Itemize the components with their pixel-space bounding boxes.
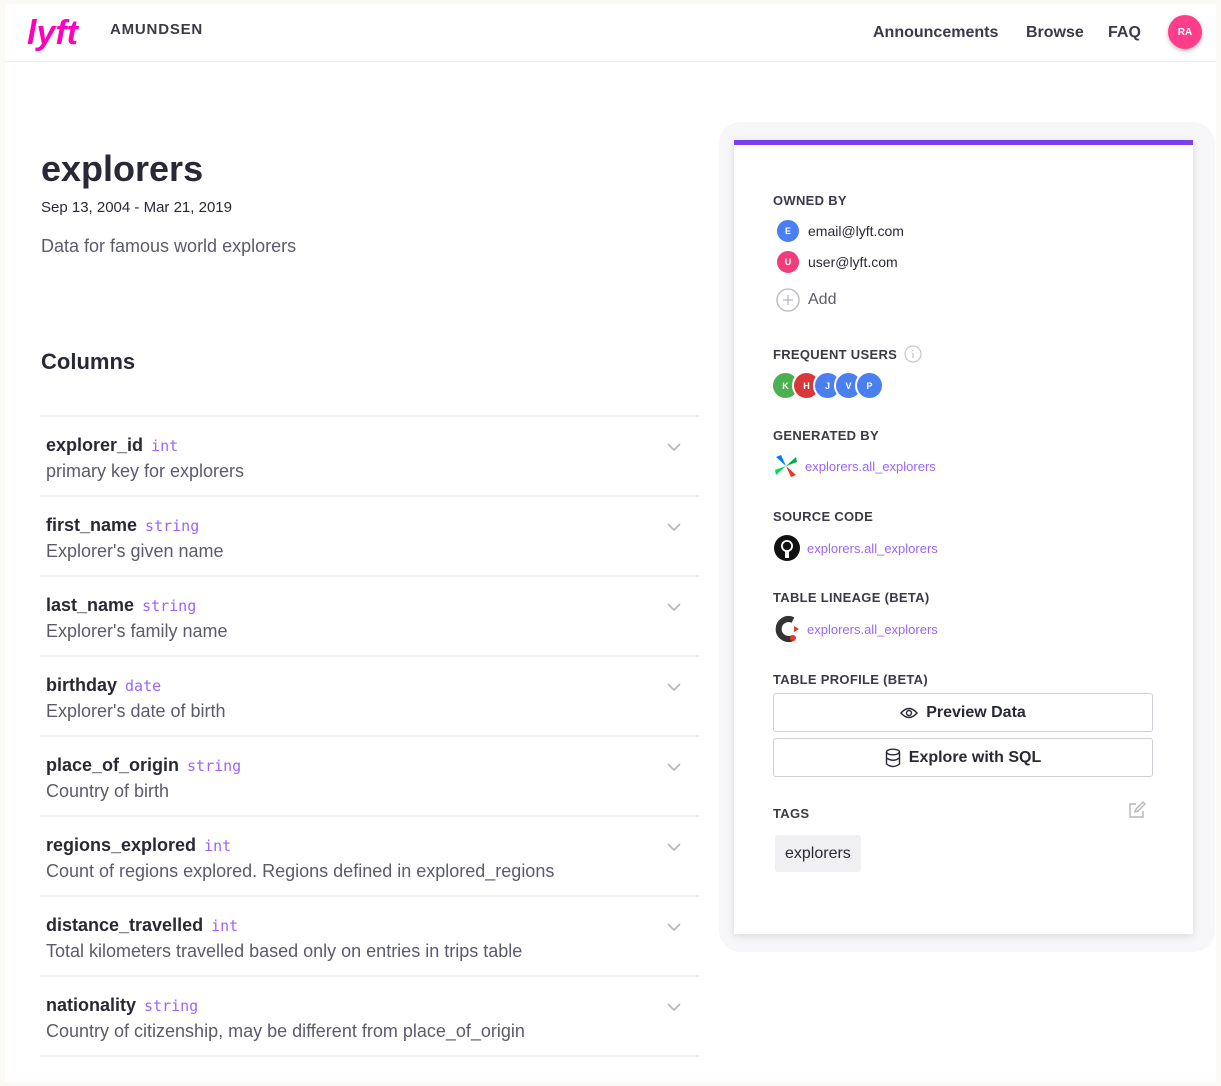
airflow-icon xyxy=(773,453,805,479)
chevron-down-icon[interactable] xyxy=(667,599,681,617)
eye-icon xyxy=(900,706,926,720)
table-profile-label: TABLE PROFILE (BETA) xyxy=(773,672,929,687)
preview-data-button[interactable]: Preview Data xyxy=(773,693,1153,732)
column-type: date xyxy=(125,677,162,695)
table-description: Data for famous world explorers xyxy=(41,236,297,256)
chevron-down-icon[interactable] xyxy=(667,759,681,777)
lineage-label: TABLE LINEAGE (BETA) xyxy=(773,590,930,605)
columns-list: explorer_id int primary key for explorers… xyxy=(40,415,699,1057)
column-name: first_name string xyxy=(46,515,200,535)
chevron-down-icon[interactable] xyxy=(667,999,681,1017)
brand-name[interactable]: AMUNDSEN xyxy=(110,21,203,38)
column-row[interactable]: explorer_id int primary key for explorers xyxy=(40,417,699,497)
column-row[interactable]: place_of_origin string Country of birth xyxy=(40,737,699,817)
column-row[interactable]: last_name string Explorer's family name xyxy=(40,577,699,657)
owner-avatar: U xyxy=(775,249,801,275)
column-name: last_name string xyxy=(46,595,197,615)
owner-avatar: E xyxy=(775,218,801,244)
column-type: int xyxy=(204,837,232,855)
date-range: Sep 13, 2004 - Mar 21, 2019 xyxy=(41,199,232,216)
chevron-down-icon[interactable] xyxy=(667,439,681,457)
add-label: Add xyxy=(808,291,837,308)
top-nav: lyft AMUNDSEN Announcements Browse FAQ R… xyxy=(5,4,1216,62)
page-title: explorers xyxy=(41,148,204,189)
chevron-down-icon[interactable] xyxy=(667,839,681,857)
lineage-link[interactable]: explorers.all_explorers xyxy=(773,615,938,643)
column-name: place_of_origin string xyxy=(46,755,242,775)
column-type: string xyxy=(187,757,242,775)
lyft-logo[interactable]: lyft xyxy=(27,14,87,57)
generated-by-text: explorers.all_explorers xyxy=(805,458,936,474)
column-row[interactable]: distance_travelled int Total kilometers t… xyxy=(40,897,699,977)
column-name: explorer_id int xyxy=(46,435,179,455)
tags-label: TAGS xyxy=(773,806,810,821)
column-type: int xyxy=(211,917,239,935)
column-name: distance_travelled int xyxy=(46,915,239,935)
column-row[interactable]: first_name string Explorer's given name xyxy=(40,497,699,577)
column-description: Explorer's date of birth xyxy=(46,701,226,721)
svg-text:lyft: lyft xyxy=(27,14,80,52)
frequent-users-text: FREQUENT USERS xyxy=(773,346,898,362)
nav-browse[interactable]: Browse xyxy=(1026,24,1084,42)
column-type: string xyxy=(145,517,200,535)
column-description: Total kilometers travelled based only on… xyxy=(46,941,523,961)
edit-icon[interactable] xyxy=(1127,800,1147,825)
column-description: Count of regions explored. Regions defin… xyxy=(46,861,555,881)
column-row[interactable]: regions_explored int Count of regions exp… xyxy=(40,817,699,897)
column-type: string xyxy=(144,997,199,1015)
user-avatar[interactable]: P xyxy=(855,371,884,400)
column-description: Country of citizenship, may be different… xyxy=(46,1021,525,1041)
column-row[interactable]: nationality string Country of citizenship… xyxy=(40,977,699,1057)
column-name: birthday date xyxy=(46,675,162,695)
user-avatar[interactable]: RA xyxy=(1168,15,1202,49)
source-code-text: explorers.all_explorers xyxy=(807,540,938,556)
lineage-text: explorers.all_explorers xyxy=(807,621,938,637)
metadata-panel: OWNED BY E email@lyft.com U user@lyft.co… xyxy=(734,140,1193,934)
tag-chip[interactable]: explorers xyxy=(775,835,861,872)
frequent-users-list: K H J V P xyxy=(771,371,884,400)
chevron-down-icon[interactable] xyxy=(667,519,681,537)
lineage-icon xyxy=(773,615,807,643)
nav-announcements[interactable]: Announcements xyxy=(873,24,998,42)
plus-circle-icon xyxy=(775,287,801,313)
column-description: primary key for explorers xyxy=(46,461,245,481)
github-icon xyxy=(773,534,807,562)
explore-sql-button[interactable]: Explore with SQL xyxy=(773,738,1153,777)
owner-item[interactable]: E email@lyft.com xyxy=(775,218,904,244)
preview-data-label: Preview Data xyxy=(926,703,1026,721)
column-type: string xyxy=(142,597,197,615)
source-code-label: SOURCE CODE xyxy=(773,509,874,524)
column-name: nationality string xyxy=(46,995,199,1015)
info-icon[interactable] xyxy=(904,345,922,363)
chevron-down-icon[interactable] xyxy=(667,679,681,697)
column-type: int xyxy=(151,437,179,455)
nav-faq[interactable]: FAQ xyxy=(1108,24,1141,42)
generated-by-link[interactable]: explorers.all_explorers xyxy=(773,453,936,479)
source-code-link[interactable]: explorers.all_explorers xyxy=(773,534,938,562)
database-icon xyxy=(885,748,909,768)
column-description: Explorer's family name xyxy=(46,621,228,641)
generated-by-label: GENERATED BY xyxy=(773,428,879,443)
owner-item[interactable]: U user@lyft.com xyxy=(775,249,898,275)
owner-email: email@lyft.com xyxy=(808,223,904,239)
add-owner-button[interactable]: Add xyxy=(775,287,836,313)
column-row[interactable]: birthday date Explorer's date of birth xyxy=(40,657,699,737)
frequent-users-label: FREQUENT USERS xyxy=(773,345,922,363)
columns-title: Columns xyxy=(41,349,136,374)
owner-email: user@lyft.com xyxy=(808,254,898,270)
chevron-down-icon[interactable] xyxy=(667,919,681,937)
column-description: Country of birth xyxy=(46,781,170,801)
explore-sql-label: Explore with SQL xyxy=(908,748,1042,766)
column-name: regions_explored int xyxy=(46,835,232,855)
owned-by-label: OWNED BY xyxy=(773,193,847,208)
column-description: Explorer's given name xyxy=(46,541,224,561)
page: lyft AMUNDSEN Announcements Browse FAQ R… xyxy=(5,4,1216,1082)
